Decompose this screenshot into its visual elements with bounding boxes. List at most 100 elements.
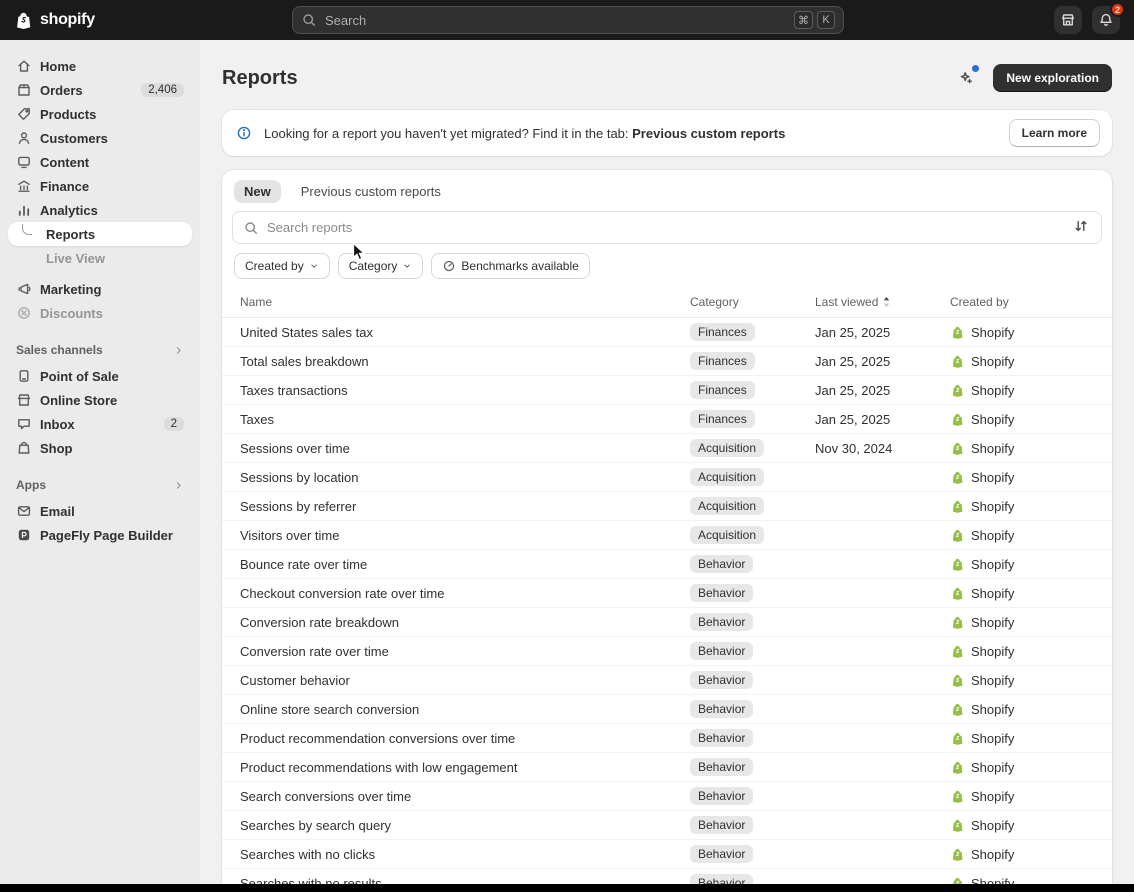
report-row[interactable]: Bounce rate over timeBehavior Shopify xyxy=(222,550,1112,579)
report-name[interactable]: Searches with no clicks xyxy=(240,847,690,862)
report-name[interactable]: Sessions by referrer xyxy=(240,499,690,514)
sidebar-item-orders[interactable]: Orders2,406 xyxy=(8,78,192,102)
created-by-cell: Shopify xyxy=(950,557,1096,572)
report-row[interactable]: Conversion rate breakdownBehaviorShopify xyxy=(222,608,1112,637)
report-name[interactable]: Searches by search query xyxy=(240,818,690,833)
report-name[interactable]: Taxes transactions xyxy=(240,383,690,398)
created-by-cell: Shopify xyxy=(950,412,1096,427)
report-row[interactable]: Taxes transactionsFinancesJan 25, 2025Sh… xyxy=(222,376,1112,405)
report-name[interactable]: Bounce rate over time xyxy=(240,557,690,572)
report-row[interactable]: Conversion rate over timeBehaviorShopify xyxy=(222,637,1112,666)
new-exploration-button[interactable]: New exploration xyxy=(993,64,1112,92)
report-row[interactable]: TaxesFinancesJan 25, 2025Shopify xyxy=(222,405,1112,434)
report-row[interactable]: Visitors over timeAcquisitionShopify xyxy=(222,521,1112,550)
report-name[interactable]: Visitors over time xyxy=(240,528,690,543)
shopify-bag-icon xyxy=(950,818,965,833)
last-viewed: Jan 25, 2025 xyxy=(815,354,950,369)
report-row[interactable]: Sessions by referrerAcquisitionShopify xyxy=(222,492,1112,521)
filter-label: Benchmarks available xyxy=(461,259,578,273)
sidebar-item-email[interactable]: Email xyxy=(8,499,192,523)
filter-created-by[interactable]: Created by xyxy=(234,253,330,279)
orders-icon xyxy=(16,82,32,98)
sidebar-item-analytics[interactable]: Analytics xyxy=(8,198,192,222)
column-header-category[interactable]: Category xyxy=(690,287,815,317)
report-name[interactable]: Search conversions over time xyxy=(240,789,690,804)
category-cell: Acquisition xyxy=(690,526,815,544)
category-badge: Acquisition xyxy=(690,468,764,486)
category-cell: Finances xyxy=(690,323,815,341)
column-header-name[interactable]: Name xyxy=(240,287,690,317)
created-by-cell: Shopify xyxy=(950,615,1096,630)
tab-new[interactable]: New xyxy=(234,180,281,203)
filter-category[interactable]: Category xyxy=(338,253,424,279)
filter-benchmarks-available[interactable]: Benchmarks available xyxy=(431,253,589,279)
report-name[interactable]: Customer behavior xyxy=(240,673,690,688)
topbar-search-input[interactable]: Search ⌘ K xyxy=(292,6,844,34)
report-row[interactable]: Product recommendations with low engagem… xyxy=(222,753,1112,782)
sidebar-item-home[interactable]: Home xyxy=(8,54,192,78)
report-name[interactable]: Product recommendations with low engagem… xyxy=(240,760,690,775)
learn-more-button[interactable]: Learn more xyxy=(1009,119,1100,147)
report-name[interactable]: Taxes xyxy=(240,412,690,427)
report-name[interactable]: Conversion rate over time xyxy=(240,644,690,659)
tab-previous-custom-reports[interactable]: Previous custom reports xyxy=(291,180,451,203)
report-name[interactable]: Total sales breakdown xyxy=(240,354,690,369)
report-row[interactable]: Total sales breakdownFinances Jan 25, 202… xyxy=(222,347,1112,376)
sidebar-item-online-store[interactable]: Online Store xyxy=(8,388,192,412)
sidebar-item-marketing[interactable]: Marketing xyxy=(8,277,192,301)
category-cell: Acquisition xyxy=(690,439,815,457)
report-row[interactable]: Checkout conversion rate over timeBehavi… xyxy=(222,579,1112,608)
report-name[interactable]: Sessions by location xyxy=(240,470,690,485)
chevron-right-icon xyxy=(173,480,184,491)
sidebar-item-content[interactable]: Content xyxy=(8,150,192,174)
category-cell: Behavior xyxy=(690,584,815,602)
created-by-label: Shopify xyxy=(971,586,1014,601)
category-cell: Behavior xyxy=(690,555,815,573)
report-row[interactable]: Search conversions over timeBehaviorShop… xyxy=(222,782,1112,811)
report-row[interactable]: Sessions by locationAcquisitionShopify xyxy=(222,463,1112,492)
report-name[interactable]: Checkout conversion rate over time xyxy=(240,586,690,601)
sidebar-item-live-view[interactable]: Live View xyxy=(8,246,192,270)
sidebar-item-pagefly-page-builder[interactable]: PageFly Page Builder xyxy=(8,523,192,547)
shopify-logo[interactable]: shopify xyxy=(14,10,95,31)
sidebar-item-products[interactable]: Products xyxy=(8,102,192,126)
created-by-label: Shopify xyxy=(971,412,1014,427)
report-name[interactable]: Product recommendation conversions over … xyxy=(240,731,690,746)
caret-down-icon xyxy=(402,261,412,271)
sidebar-section-sales-channels[interactable]: Sales channels xyxy=(16,339,184,361)
sidebar-item-inbox[interactable]: Inbox2 xyxy=(8,412,192,436)
sidebar-item-reports[interactable]: Reports xyxy=(8,222,192,246)
sidebar-item-finance[interactable]: Finance xyxy=(8,174,192,198)
sidebar-group: MarketingDiscounts xyxy=(0,277,200,325)
shopify-bag-icon xyxy=(950,731,965,746)
sidebar-item-discounts[interactable]: Discounts xyxy=(8,301,192,325)
report-row[interactable]: Customer behaviorBehaviorShopify xyxy=(222,666,1112,695)
report-row[interactable]: United States sales taxFinancesJan 25, 2… xyxy=(222,318,1112,347)
sidebar-item-customers[interactable]: Customers xyxy=(8,126,192,150)
report-search-input[interactable]: Search reports xyxy=(232,211,1102,244)
column-header-last-viewed[interactable]: Last viewed xyxy=(815,287,950,317)
shopify-bag-icon xyxy=(950,412,965,427)
column-header-created-by[interactable]: Created by xyxy=(950,287,1096,317)
report-name[interactable]: Conversion rate breakdown xyxy=(240,615,690,630)
report-name[interactable]: United States sales tax xyxy=(240,325,690,340)
category-badge: Finances xyxy=(690,352,755,370)
sort-button[interactable] xyxy=(1071,216,1091,239)
created-by-label: Shopify xyxy=(971,731,1014,746)
topbar: shopify Search ⌘ K 2 xyxy=(0,0,1134,40)
notifications-button[interactable]: 2 xyxy=(1092,6,1120,34)
report-name[interactable]: Online store search conversion xyxy=(240,702,690,717)
report-row[interactable]: Sessions over timeAcquisitionNov 30, 202… xyxy=(222,434,1112,463)
report-row[interactable]: Searches by search queryBehaviorShopify xyxy=(222,811,1112,840)
sidebar-item-point-of-sale[interactable]: Point of Sale xyxy=(8,364,192,388)
report-row[interactable]: Searches with no clicksBehaviorShopify xyxy=(222,840,1112,869)
report-name[interactable]: Sessions over time xyxy=(240,441,690,456)
filter-label: Category xyxy=(349,259,398,273)
category-cell: Behavior xyxy=(690,816,815,834)
report-row[interactable]: Online store search conversionBehaviorSh… xyxy=(222,695,1112,724)
sidebar-item-shop[interactable]: Shop xyxy=(8,436,192,460)
store-button[interactable] xyxy=(1054,6,1082,34)
report-row[interactable]: Product recommendation conversions over … xyxy=(222,724,1112,753)
sidebar-section-apps[interactable]: Apps xyxy=(16,474,184,496)
exploration-button[interactable] xyxy=(951,64,981,92)
